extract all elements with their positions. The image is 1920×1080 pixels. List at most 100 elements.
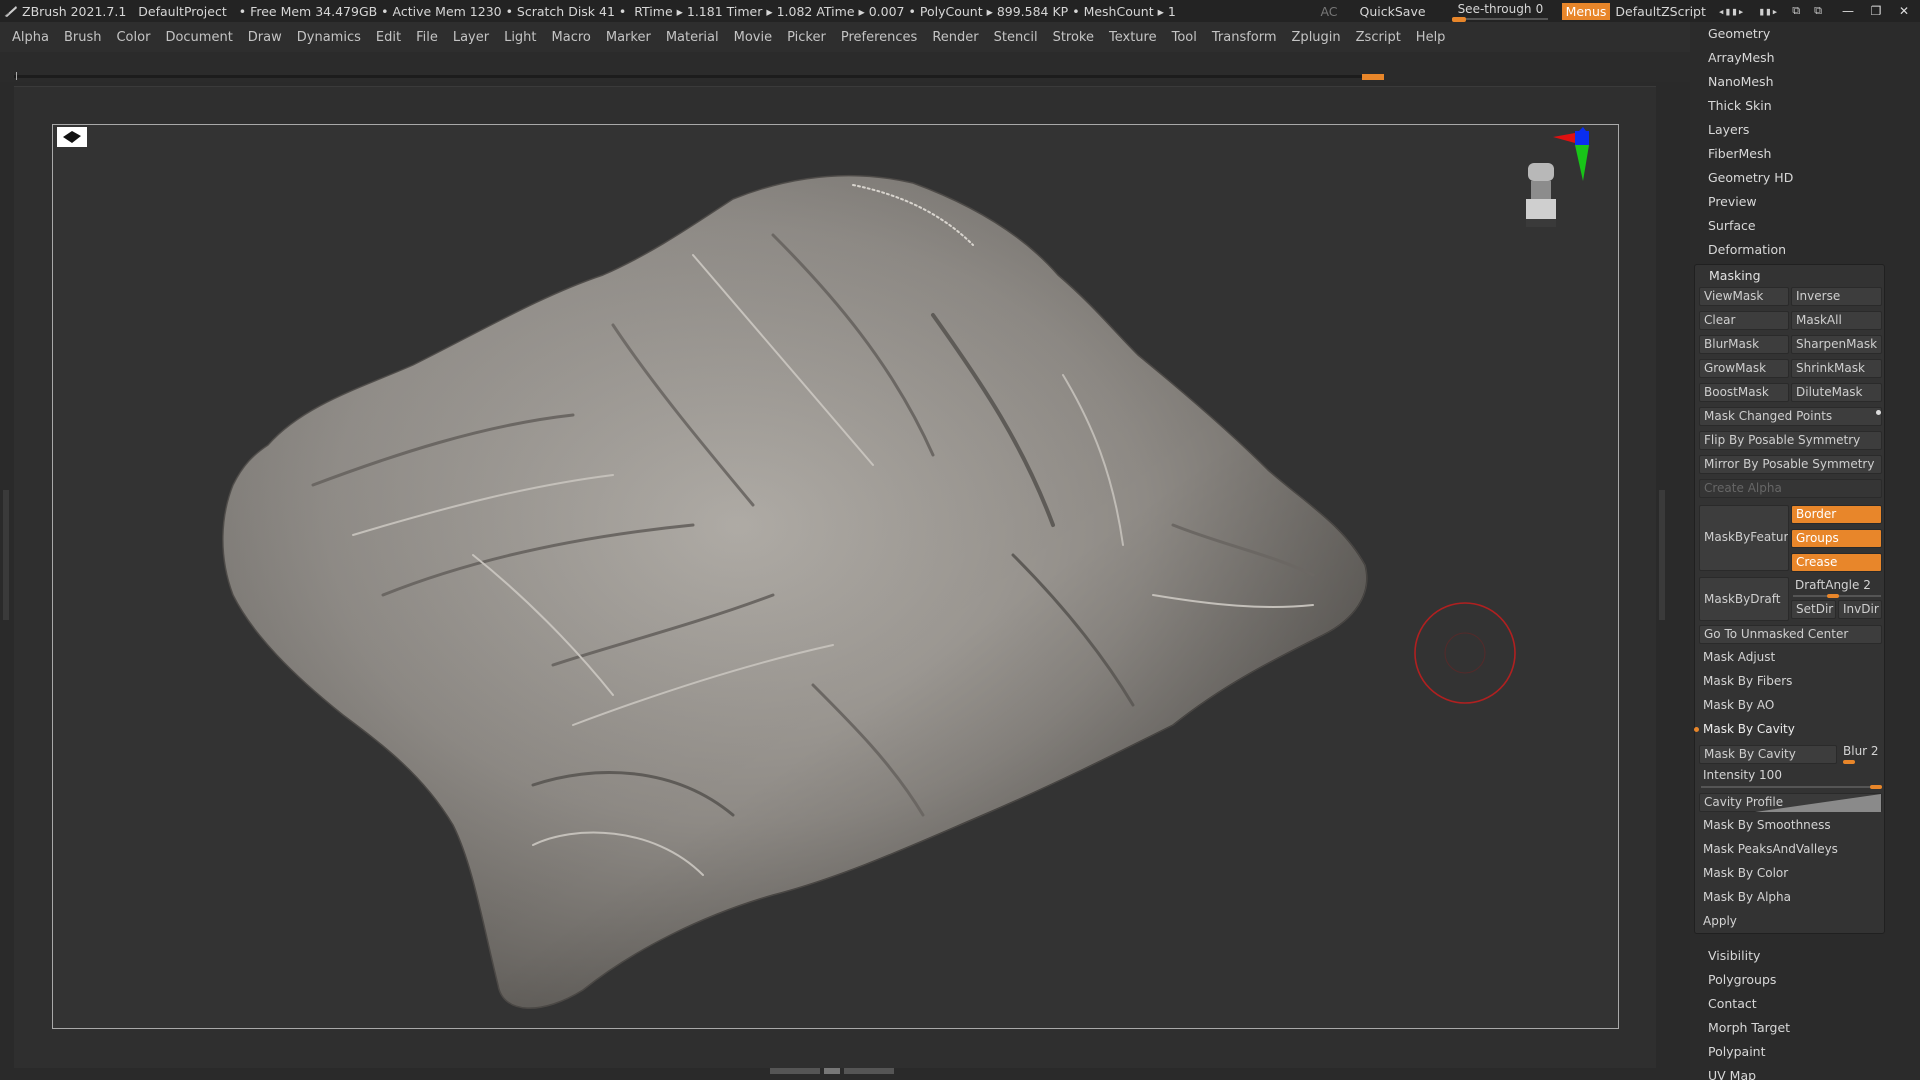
sub-mask-adjust[interactable]: Mask Adjust [1699,649,1882,668]
window-layout-icon[interactable]: ⧉ [1792,4,1800,18]
sub-mask-by-cavity[interactable]: Mask By Cavity [1699,721,1882,740]
sub-polypaint[interactable]: Polypaint [1708,1044,1766,1059]
mask-by-draft-button[interactable]: MaskByDraft [1699,577,1789,621]
menu-edit[interactable]: Edit [376,30,401,45]
menu-macro[interactable]: Macro [552,30,591,45]
masking-title[interactable]: Masking [1709,268,1761,283]
minimize-icon[interactable]: — [1836,4,1860,18]
flip-by-posable-symmetry-button[interactable]: Flip By Posable Symmetry [1699,431,1882,450]
menu-preferences[interactable]: Preferences [841,30,917,45]
sub-arraymesh[interactable]: ArrayMesh [1708,50,1775,65]
menu-brush[interactable]: Brush [64,30,102,45]
shrinkmask-button[interactable]: ShrinkMask [1791,359,1882,378]
menu-stroke[interactable]: Stroke [1053,30,1094,45]
timeline-marker[interactable] [1362,74,1384,80]
cavity-intensity-slider[interactable]: Intensity 100 [1699,767,1882,786]
sub-uv-map[interactable]: UV Map [1708,1068,1756,1080]
menu-color[interactable]: Color [116,30,150,45]
default-zscript-button[interactable]: DefaultZScript [1615,4,1706,19]
sub-polygroups[interactable]: Polygroups [1708,972,1776,987]
menu-alpha[interactable]: Alpha [12,30,49,45]
layout-toggle-icon[interactable]: ◂▮▮▸ [1718,5,1745,18]
menu-help[interactable]: Help [1416,30,1446,45]
sub-deformation[interactable]: Deformation [1708,242,1786,257]
sub-visibility[interactable]: Visibility [1708,948,1760,963]
sub-apply[interactable]: Apply [1699,913,1882,932]
menu-texture[interactable]: Texture [1109,30,1157,45]
menu-document[interactable]: Document [165,30,232,45]
mask-changed-points-button[interactable]: Mask Changed Points [1699,407,1882,426]
sub-contact[interactable]: Contact [1708,996,1757,1011]
cavity-intensity-knob[interactable] [1870,785,1882,789]
growmask-button[interactable]: GrowMask [1699,359,1789,378]
boostmask-button[interactable]: BoostMask [1699,383,1789,402]
project-name[interactable]: DefaultProject [138,4,226,19]
border-toggle[interactable]: Border [1791,505,1882,524]
blurmask-button[interactable]: BlurMask [1699,335,1789,354]
menu-draw[interactable]: Draw [248,30,282,45]
see-through-slider[interactable]: See-through 0 [1451,0,1552,22]
left-tray-handle[interactable] [3,490,9,620]
interface-toggle-icon[interactable]: ▮▮▸ [1758,5,1778,18]
invdir-button[interactable]: InvDir [1838,600,1882,619]
sub-surface[interactable]: Surface [1708,218,1756,233]
menu-tool[interactable]: Tool [1172,30,1197,45]
draft-angle-knob[interactable] [1827,594,1839,598]
mask-by-cavity-button[interactable]: Mask By Cavity [1699,745,1837,764]
document-icon[interactable] [57,127,87,147]
mirror-by-posable-symmetry-button[interactable]: Mirror By Posable Symmetry [1699,455,1882,474]
crease-toggle[interactable]: Crease [1791,553,1882,572]
inverse-button[interactable]: Inverse [1791,287,1882,306]
menu-material[interactable]: Material [666,30,719,45]
mask-by-feature-button[interactable]: MaskByFeature [1699,505,1789,571]
menu-movie[interactable]: Movie [734,30,772,45]
menu-render[interactable]: Render [932,30,978,45]
sub-mask-by-smoothness[interactable]: Mask By Smoothness [1699,817,1882,836]
groups-toggle[interactable]: Groups [1791,529,1882,548]
window-restore-icon[interactable]: ⧉ [1814,4,1822,18]
create-alpha-button[interactable]: Create Alpha [1699,479,1882,498]
sub-morph-target[interactable]: Morph Target [1708,1020,1790,1035]
sub-fibermesh[interactable]: FiberMesh [1708,146,1771,161]
gizmo-icon[interactable] [1513,125,1619,255]
menu-marker[interactable]: Marker [606,30,651,45]
sub-geometry-hd[interactable]: Geometry HD [1708,170,1793,185]
close-icon[interactable]: ✕ [1892,4,1916,18]
go-to-unmasked-center-button[interactable]: Go To Unmasked Center [1699,625,1882,644]
sub-mask-peaks-and-valleys[interactable]: Mask PeaksAndValleys [1699,841,1882,860]
right-tray-handle[interactable] [1659,490,1665,620]
menu-zplugin[interactable]: Zplugin [1292,30,1341,45]
dilutemask-button[interactable]: DiluteMask [1791,383,1882,402]
maximize-icon[interactable]: ❐ [1864,4,1888,18]
menu-light[interactable]: Light [504,30,536,45]
sub-mask-by-alpha[interactable]: Mask By Alpha [1699,889,1882,908]
quicksave-button[interactable]: QuickSave [1360,4,1426,19]
cavity-blur-knob[interactable] [1843,760,1855,764]
menus-toggle-button[interactable]: Menus [1561,2,1611,20]
document-canvas[interactable] [52,124,1619,1029]
menu-picker[interactable]: Picker [787,30,826,45]
sub-geometry[interactable]: Geometry [1708,26,1770,41]
sculpt-mesh-render[interactable] [53,125,1619,1029]
maskall-button[interactable]: MaskAll [1791,311,1882,330]
viewmask-button[interactable]: ViewMask [1699,287,1789,306]
sub-mask-by-fibers[interactable]: Mask By Fibers [1699,673,1882,692]
sub-nanomesh[interactable]: NanoMesh [1708,74,1774,89]
menu-layer[interactable]: Layer [453,30,489,45]
sub-preview[interactable]: Preview [1708,194,1757,209]
sub-thick-skin[interactable]: Thick Skin [1708,98,1772,113]
sub-mask-by-ao[interactable]: Mask By AO [1699,697,1882,716]
menu-stencil[interactable]: Stencil [994,30,1038,45]
bottom-tray-handle[interactable] [770,1068,900,1076]
sub-layers[interactable]: Layers [1708,122,1749,137]
menu-file[interactable]: File [416,30,438,45]
timeline-track[interactable] [14,75,1384,78]
menu-dynamics[interactable]: Dynamics [297,30,361,45]
sub-mask-by-color[interactable]: Mask By Color [1699,865,1882,884]
menu-transform[interactable]: Transform [1212,30,1277,45]
sharpenmask-button[interactable]: SharpenMask [1791,335,1882,354]
setdir-button[interactable]: SetDir [1791,600,1836,619]
ac-indicator[interactable]: AC [1320,4,1337,19]
clear-mask-button[interactable]: Clear [1699,311,1789,330]
menu-zscript[interactable]: Zscript [1356,30,1401,45]
